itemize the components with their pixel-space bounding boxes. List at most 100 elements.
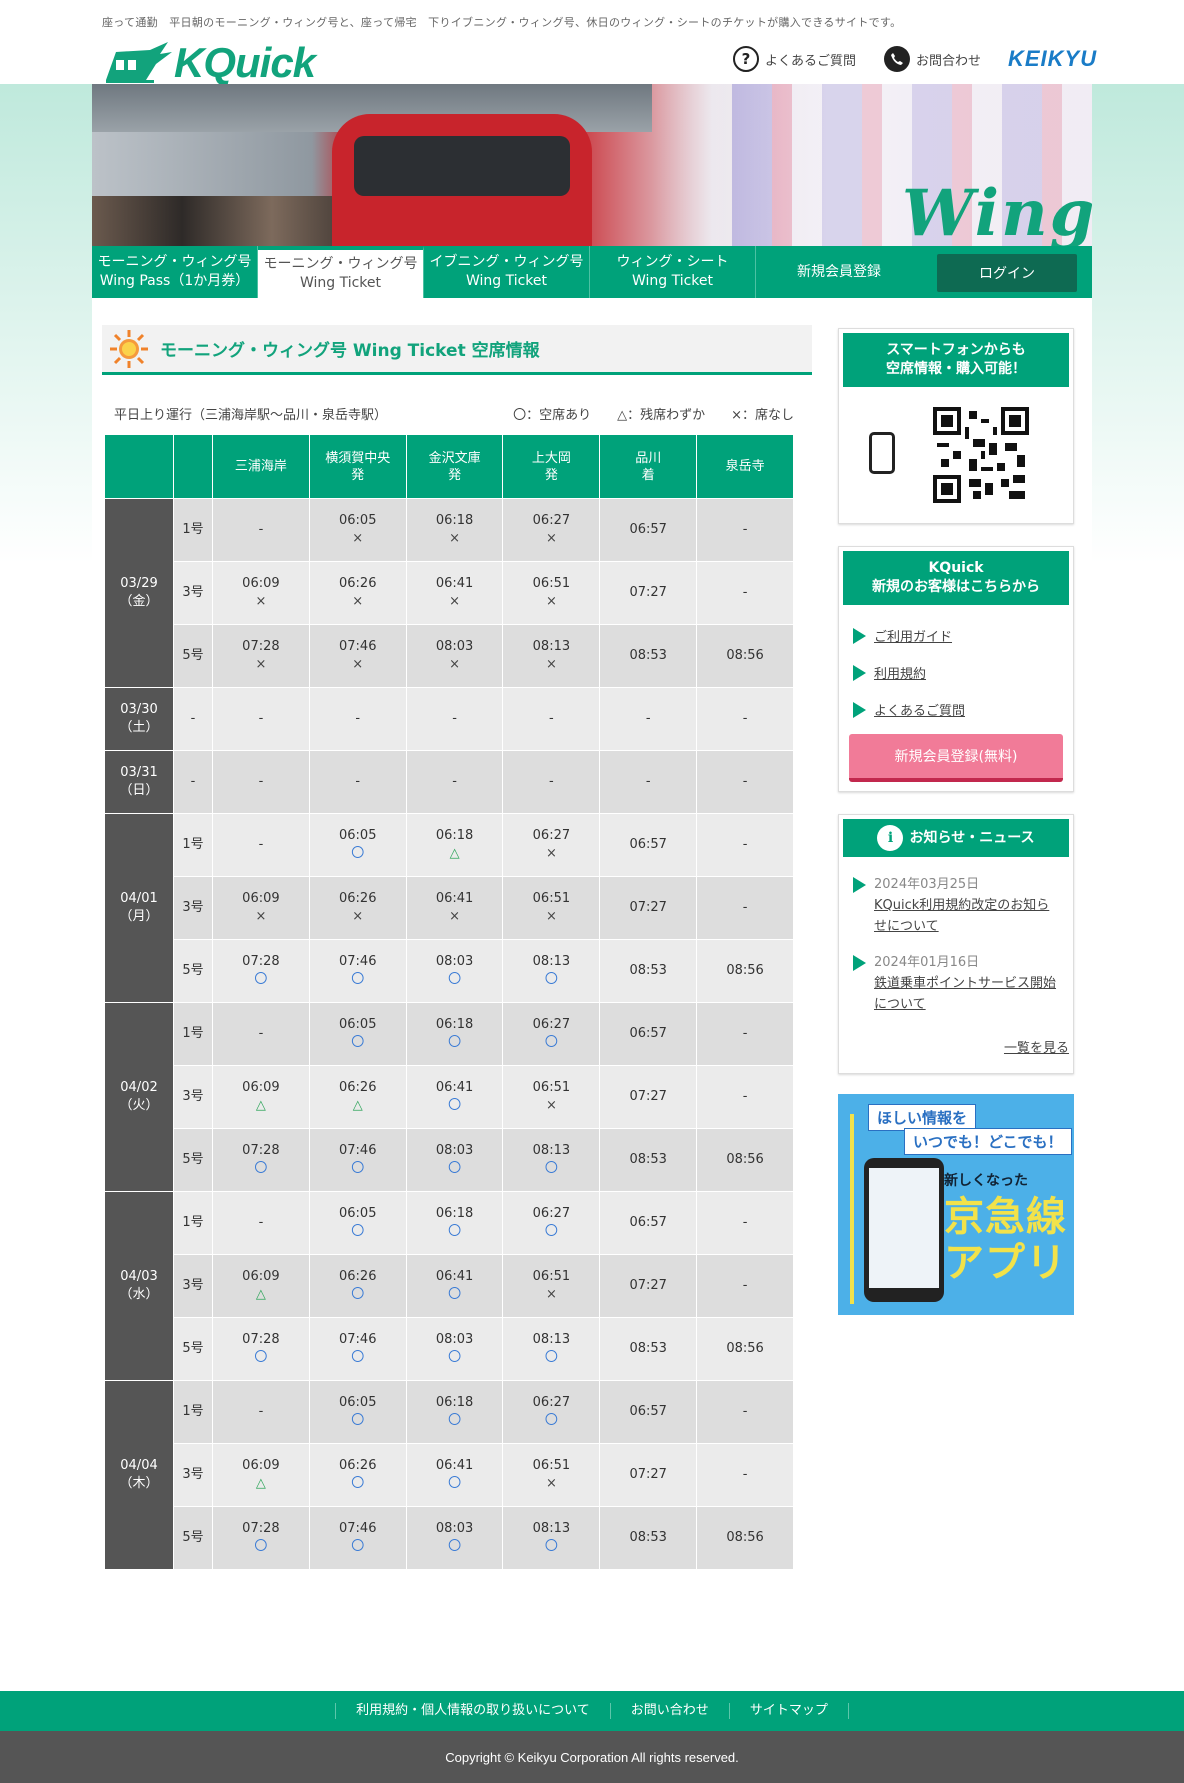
tab-morning-wing-ticket[interactable]: モーニング・ウィング号 Wing Ticket xyxy=(258,246,424,298)
qr-code[interactable] xyxy=(933,407,1029,503)
time-cell[interactable]: 08:13 〇 xyxy=(503,1129,600,1191)
time-cell[interactable]: 07:28 〇 xyxy=(213,1507,309,1569)
seat-available-mark[interactable]: 〇 xyxy=(503,971,599,989)
seat-available-mark[interactable]: 〇 xyxy=(310,1412,406,1430)
time-cell[interactable]: 08:03 〇 xyxy=(406,1318,503,1380)
time-cell[interactable]: 06:18 △ xyxy=(406,814,503,876)
time-cell[interactable]: 06:41 〇 xyxy=(406,1444,503,1506)
seat-available-mark[interactable]: 〇 xyxy=(407,971,503,989)
seat-available-mark[interactable]: 〇 xyxy=(407,1475,503,1493)
seat-available-mark[interactable]: 〇 xyxy=(407,1538,503,1556)
time-cell[interactable]: 06:18 〇 xyxy=(406,1381,503,1443)
time-text: - xyxy=(452,711,457,726)
kquick-logo[interactable]: KQuick xyxy=(102,40,328,86)
seat-available-mark[interactable]: 〇 xyxy=(503,1538,599,1556)
tab-morning-wing-pass[interactable]: モーニング・ウィング号 Wing Pass（1か月券） xyxy=(92,246,258,298)
time-cell[interactable]: 06:09 △ xyxy=(213,1066,309,1128)
seat-available-mark[interactable]: 〇 xyxy=(310,1034,406,1052)
time-cell[interactable]: 06:05 〇 xyxy=(309,1003,406,1065)
seat-few-mark[interactable]: △ xyxy=(213,1286,309,1304)
seat-available-mark[interactable]: 〇 xyxy=(503,1160,599,1178)
time-cell: - xyxy=(213,688,309,750)
time-cell[interactable]: 06:27 〇 xyxy=(503,1003,600,1065)
time-cell[interactable]: 06:27 〇 xyxy=(503,1192,600,1254)
guide-link[interactable]: ご利用ガイド xyxy=(874,626,952,645)
tab-register[interactable]: 新規会員登録 xyxy=(756,246,922,298)
seat-few-mark[interactable]: △ xyxy=(213,1475,309,1493)
footer-contact-link[interactable]: お問い合わせ xyxy=(609,1703,729,1719)
footer-terms-link[interactable]: 利用規約・個人情報の取り扱いについて xyxy=(335,1703,610,1719)
time-cell[interactable]: 06:18 〇 xyxy=(406,1192,503,1254)
faq-sidebar-link[interactable]: よくあるご質問 xyxy=(874,700,965,719)
time-cell[interactable]: 07:28 〇 xyxy=(213,940,309,1002)
time-cell[interactable]: 07:28 〇 xyxy=(213,1129,309,1191)
seat-few-mark[interactable]: △ xyxy=(213,1097,309,1115)
time-cell[interactable]: 06:26 〇 xyxy=(309,1255,406,1317)
column-header xyxy=(105,435,173,498)
seat-available-mark[interactable]: 〇 xyxy=(407,1097,503,1115)
news-link[interactable]: KQuick利用規約改定のお知らせについて xyxy=(874,898,1049,934)
seat-available-mark[interactable]: 〇 xyxy=(407,1223,503,1241)
seat-available-mark[interactable]: 〇 xyxy=(310,845,406,863)
time-cell[interactable]: 07:28 〇 xyxy=(213,1318,309,1380)
seat-available-mark[interactable]: 〇 xyxy=(310,1286,406,1304)
register-free-button[interactable]: 新規会員登録(無料) xyxy=(849,734,1063,782)
seat-available-mark[interactable]: 〇 xyxy=(310,1538,406,1556)
seat-available-mark[interactable]: 〇 xyxy=(503,1223,599,1241)
time-cell[interactable]: 08:13 〇 xyxy=(503,1318,600,1380)
seat-available-mark[interactable]: 〇 xyxy=(407,1412,503,1430)
time-cell[interactable]: 06:26 △ xyxy=(309,1066,406,1128)
seat-available-mark[interactable]: 〇 xyxy=(503,1349,599,1367)
time-cell[interactable]: 06:27 〇 xyxy=(503,1381,600,1443)
time-cell[interactable]: 07:46 〇 xyxy=(309,1129,406,1191)
keikyu-app-ad[interactable]: ほしい情報を いつでも！どこでも！ 新しくなった 京急線 アプリ xyxy=(838,1094,1074,1315)
login-button[interactable]: ログイン xyxy=(937,254,1077,292)
time-cell[interactable]: 07:46 〇 xyxy=(309,1507,406,1569)
train-number: 1号 xyxy=(174,499,212,561)
faq-link[interactable]: ? よくあるご質問 xyxy=(733,46,856,72)
seat-available-mark[interactable]: 〇 xyxy=(213,1349,309,1367)
time-cell[interactable]: 06:09 △ xyxy=(213,1444,309,1506)
time-cell[interactable]: 06:41 〇 xyxy=(406,1255,503,1317)
seat-available-mark[interactable]: 〇 xyxy=(213,1160,309,1178)
time-cell[interactable]: 07:46 〇 xyxy=(309,940,406,1002)
seat-available-mark[interactable]: 〇 xyxy=(310,1160,406,1178)
news-link[interactable]: 鉄道乗車ポイントサービス開始について xyxy=(874,976,1056,1012)
time-cell[interactable]: 08:13 〇 xyxy=(503,940,600,1002)
seat-available-mark[interactable]: 〇 xyxy=(310,1349,406,1367)
footer-sitemap-link[interactable]: サイトマップ xyxy=(728,1703,849,1719)
seat-available-mark[interactable]: 〇 xyxy=(407,1349,503,1367)
time-cell[interactable]: 07:46 〇 xyxy=(309,1318,406,1380)
time-cell[interactable]: 08:03 〇 xyxy=(406,1507,503,1569)
time-cell: 06:57 xyxy=(600,814,697,876)
seat-few-mark[interactable]: △ xyxy=(310,1097,406,1115)
seat-available-mark[interactable]: 〇 xyxy=(213,971,309,989)
time-cell[interactable]: 08:03 〇 xyxy=(406,1129,503,1191)
seat-available-mark[interactable]: 〇 xyxy=(503,1412,599,1430)
time-cell[interactable]: 06:26 〇 xyxy=(309,1444,406,1506)
contact-link[interactable]: お問合わせ xyxy=(884,46,981,72)
seat-available-mark[interactable]: 〇 xyxy=(213,1538,309,1556)
time-cell[interactable]: 06:05 〇 xyxy=(309,1192,406,1254)
keikyu-logo[interactable]: KEIKYU xyxy=(1008,46,1097,72)
time-cell[interactable]: 06:05 〇 xyxy=(309,1381,406,1443)
time-cell[interactable]: 08:03 〇 xyxy=(406,940,503,1002)
seat-available-mark[interactable]: 〇 xyxy=(310,1475,406,1493)
seat-available-mark[interactable]: 〇 xyxy=(503,1034,599,1052)
news-more-link[interactable]: 一覧を見る xyxy=(1004,1041,1069,1056)
seat-available-mark[interactable]: 〇 xyxy=(310,971,406,989)
seat-few-mark[interactable]: △ xyxy=(407,845,503,863)
tab-evening-wing-ticket[interactable]: イブニング・ウィング号 Wing Ticket xyxy=(424,246,590,298)
seat-available-mark[interactable]: 〇 xyxy=(407,1034,503,1052)
time-cell[interactable]: 06:09 △ xyxy=(213,1255,309,1317)
seat-available-mark[interactable]: 〇 xyxy=(407,1286,503,1304)
time-text: 06:26 xyxy=(339,576,377,591)
time-cell[interactable]: 06:41 〇 xyxy=(406,1066,503,1128)
time-cell[interactable]: 06:18 〇 xyxy=(406,1003,503,1065)
seat-available-mark[interactable]: 〇 xyxy=(310,1223,406,1241)
tab-wing-seat[interactable]: ウィング・シート Wing Ticket xyxy=(590,246,756,298)
terms-link[interactable]: 利用規約 xyxy=(874,663,926,682)
time-cell[interactable]: 08:13 〇 xyxy=(503,1507,600,1569)
time-cell[interactable]: 06:05 〇 xyxy=(309,814,406,876)
seat-available-mark[interactable]: 〇 xyxy=(407,1160,503,1178)
